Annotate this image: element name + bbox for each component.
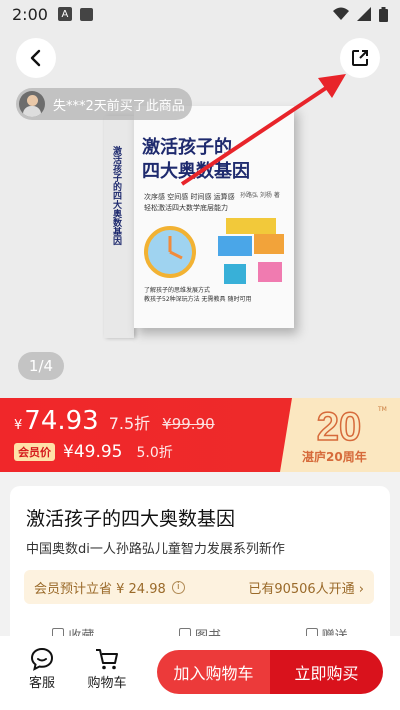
current-price: ¥ 74.93 7.5折 ¥99.90 <box>14 406 215 436</box>
chat-bubble-icon <box>30 647 54 671</box>
anniversary-tm: TM <box>378 406 387 413</box>
status-time: 2:00 <box>12 4 48 24</box>
member-price: ¥49.95 <box>63 442 123 462</box>
book-cover-image: 激活孩子的四大奥数基因 激活孩子的 四大奥数基因 孙路弘 刘杨 著 次序感 空间… <box>104 106 294 338</box>
book-subtitle-line1: 次序感 空间感 时间感 运算感 <box>144 193 235 201</box>
back-button[interactable] <box>16 38 56 78</box>
buyer-avatar <box>19 91 45 117</box>
product-subtitle: 中国奥数di一人孙路弘儿童智力发展系列新作 <box>26 542 285 557</box>
buy-now-button[interactable]: 立即购买 <box>270 650 383 694</box>
status-right-icons <box>333 6 388 22</box>
signal-icon <box>357 7 371 21</box>
blocks-illustration <box>218 218 284 284</box>
yen-symbol: ¥ <box>14 418 23 433</box>
book-tagline: 了解孩子的思维发展方式 教孩子52种深玩方法 无需教具 随时可用 <box>144 286 264 304</box>
product-title: 激活孩子的四大奥数基因 <box>26 508 236 530</box>
battery-icon <box>379 6 388 22</box>
anniversary-text: 湛庐20周年 <box>302 450 367 464</box>
member-savings-text: 会员预计立省 ¥ 24.98 <box>34 581 166 597</box>
book-spine-text: 激活孩子的四大奥数基因 <box>111 146 121 245</box>
member-price-row: 会员价 ¥49.95 5.0折 <box>14 442 173 462</box>
price-banner: ¥ 74.93 7.5折 ¥99.90 会员价 ¥49.95 5.0折 20 T… <box>0 398 400 472</box>
member-opened-count: 已有90506人开通 › <box>248 581 364 597</box>
share-icon <box>352 50 368 66</box>
price-amount: 74.93 <box>24 406 99 436</box>
back-arrow-icon <box>30 49 41 67</box>
customer-service-button[interactable]: 客服 <box>16 646 68 691</box>
info-icon[interactable]: i <box>171 580 185 594</box>
member-discount: 5.0折 <box>136 445 173 461</box>
book-front: 激活孩子的 四大奥数基因 孙路弘 刘杨 著 次序感 空间感 时间感 运算感 轻松… <box>134 106 294 328</box>
status-bar: 2:00 A <box>0 0 400 28</box>
notification-a-icon: A <box>57 7 72 21</box>
original-price: ¥99.90 <box>162 415 215 433</box>
shopping-cart-icon <box>96 649 118 670</box>
notification-square-icon <box>79 7 93 21</box>
image-page-indicator: 1/4 <box>18 352 64 380</box>
recent-buyer-notice: 失***2天前买了此商品 <box>16 88 192 120</box>
price-discount: 7.5折 <box>108 414 151 433</box>
product-image-carousel[interactable]: 激活孩子的四大奥数基因 激活孩子的 四大奥数基因 孙路弘 刘杨 著 次序感 空间… <box>0 28 400 398</box>
anniversary-20-logo: 20 <box>316 404 362 446</box>
share-button[interactable] <box>340 38 380 78</box>
bottom-action-bar: 客服 购物车 加入购物车 立即购买 <box>0 636 400 710</box>
book-tagline-line1: 了解孩子的思维发展方式 <box>144 287 211 294</box>
book-tagline-line2: 教孩子52种深玩方法 无需教具 随时可用 <box>144 296 252 303</box>
service-label: 客服 <box>28 676 55 691</box>
wifi-icon <box>333 7 349 20</box>
add-to-cart-button[interactable]: 加入购物车 <box>157 650 270 694</box>
anniversary-number: 20 <box>317 405 362 446</box>
book-title-line2: 四大奥数基因 <box>142 161 250 182</box>
member-price-badge: 会员价 <box>14 443 55 461</box>
anniversary-badge: 20 TM 湛庐20周年 <box>280 398 400 472</box>
member-savings-banner[interactable]: 会员预计立省 ¥ 24.98 i 已有90506人开通 › <box>24 570 374 604</box>
cart-nav-button[interactable]: 购物车 <box>81 646 133 691</box>
book-title-line1: 激活孩子的 <box>142 137 232 158</box>
clock-illustration <box>144 226 196 278</box>
book-cover-title: 激活孩子的 四大奥数基因 <box>142 136 292 184</box>
book-spine: 激活孩子的四大奥数基因 <box>104 116 134 338</box>
buyer-notice-text: 失***2天前买了此商品 <box>53 98 185 114</box>
cart-label: 购物车 <box>87 676 127 691</box>
book-cover-subtitle: 次序感 空间感 时间感 运算感 轻松激活四大数学底层能力 <box>144 192 274 214</box>
